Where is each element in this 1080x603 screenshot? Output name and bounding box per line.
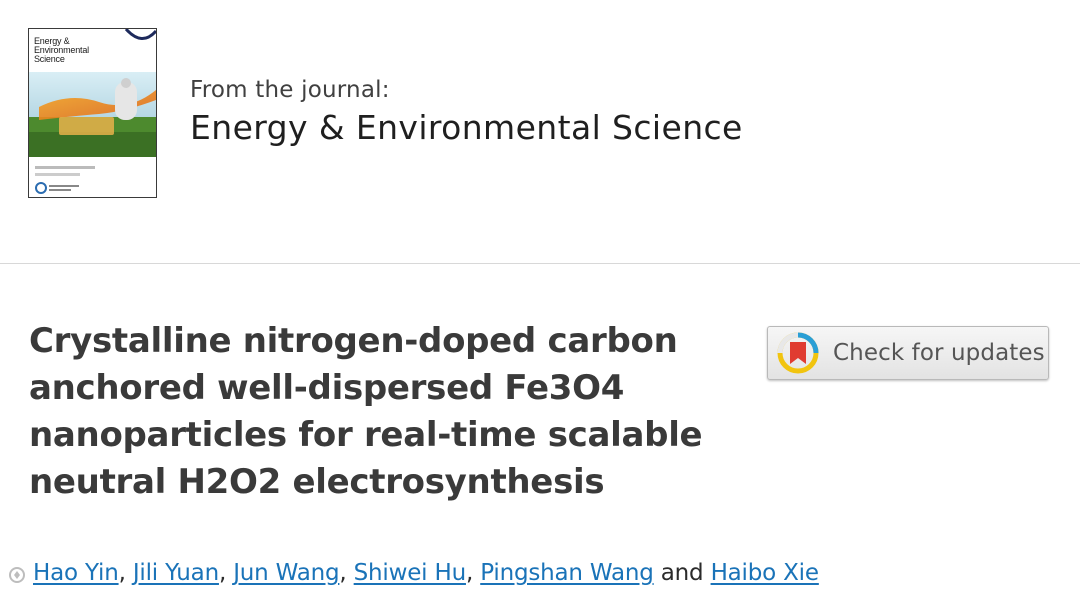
author-link[interactable]: Jili Yuan bbox=[133, 560, 219, 586]
journal-name-link[interactable]: Energy & Environmental Science bbox=[190, 108, 743, 147]
cover-title-line: Science bbox=[34, 54, 65, 64]
check-for-updates-button[interactable]: Check for updates bbox=[767, 326, 1049, 380]
from-journal-label: From the journal: bbox=[190, 77, 390, 103]
author-conjunction: and bbox=[660, 560, 704, 586]
check-for-updates-label: Check for updates bbox=[833, 340, 1045, 366]
section-divider bbox=[0, 263, 1080, 264]
author-link[interactable]: Haibo Xie bbox=[711, 560, 819, 586]
author-separator: , bbox=[118, 560, 126, 586]
author-link[interactable]: Hao Yin bbox=[33, 560, 119, 586]
cover-artwork bbox=[29, 72, 156, 197]
author-list: Hao Yin, Jili Yuan, Jun Wang, Shiwei Hu,… bbox=[33, 560, 819, 586]
cover-title: Energy & Environmental Science bbox=[34, 37, 124, 64]
watermark-logo-icon bbox=[9, 567, 25, 583]
journal-cover-image[interactable]: Energy & Environmental Science bbox=[28, 28, 157, 198]
author-link[interactable]: Jun Wang bbox=[233, 560, 339, 586]
author-separator: , bbox=[218, 560, 227, 586]
author-link[interactable]: Shiwei Hu bbox=[354, 560, 467, 586]
cover-ring-graphic bbox=[124, 29, 156, 40]
author-link[interactable]: Pingshan Wang bbox=[480, 560, 654, 586]
author-separator: , bbox=[339, 560, 347, 586]
watermark bbox=[8, 566, 30, 584]
crossmark-icon bbox=[777, 332, 819, 374]
author-separator: , bbox=[465, 560, 474, 586]
article-title: Crystalline nitrogen-doped carbon anchor… bbox=[29, 321, 703, 502]
